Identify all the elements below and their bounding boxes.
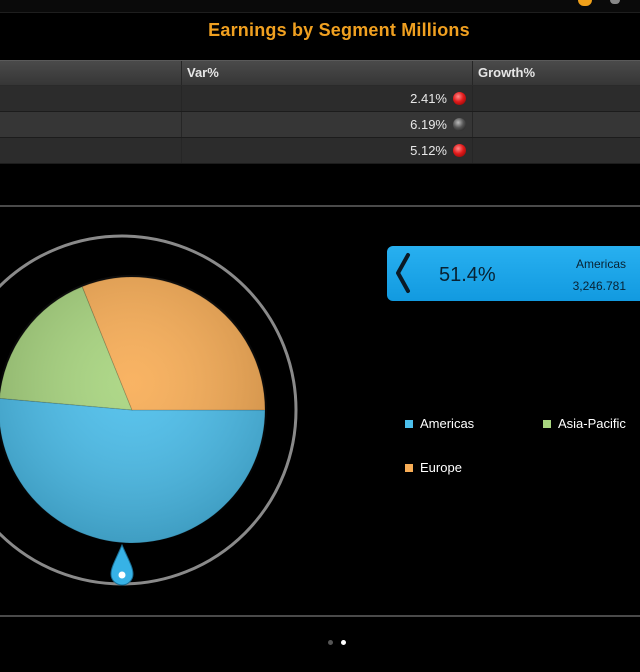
legend-swatch: [405, 463, 413, 472]
status-red-dot-icon: [453, 92, 466, 105]
page-dot-2[interactable]: [341, 640, 346, 645]
table-row[interactable]: 5.12%: [0, 138, 640, 164]
legend-label: Americas: [420, 416, 475, 431]
row-label: [0, 112, 182, 137]
var-value: 6.19%: [410, 117, 447, 132]
table-header: Var% Growth%: [0, 60, 640, 86]
growth-cell: [473, 112, 640, 137]
callout-value: 3,246.781: [572, 279, 626, 293]
status-indicator-icon: [578, 0, 592, 6]
callout-segment: Americas: [575, 257, 626, 271]
var-value: 2.41%: [410, 91, 447, 106]
var-cell: 2.41%: [182, 86, 473, 111]
status-bar: [0, 0, 640, 13]
pie-shading: [0, 275, 267, 545]
status-gray-dot-icon: [453, 118, 466, 131]
column-header-segment[interactable]: [0, 61, 182, 85]
row-label: [0, 138, 182, 163]
growth-cell: [473, 138, 640, 163]
section-divider: [0, 615, 640, 617]
legend-item-europe[interactable]: Europe: [405, 460, 462, 475]
page-indicator[interactable]: [328, 640, 346, 645]
status-red-dot-icon: [453, 144, 466, 157]
legend-label: Europe: [420, 460, 462, 475]
var-cell: 5.12%: [182, 138, 473, 163]
selection-callout[interactable]: 51.4% Americas 3,246.781: [387, 246, 640, 301]
table-row[interactable]: 6.19%: [0, 112, 640, 138]
page-title: Earnings by Segment Millions: [208, 20, 470, 40]
segment-table: Var% Growth% 2.41% 6.19% 5.12%: [0, 60, 640, 164]
page-dot-1[interactable]: [328, 640, 333, 645]
rotation-knob-icon[interactable]: [110, 543, 134, 586]
table-row[interactable]: 2.41%: [0, 86, 640, 112]
growth-cell: [473, 86, 640, 111]
legend-item-asia-pacific[interactable]: Asia-Pacific: [543, 416, 626, 431]
column-header-var[interactable]: Var%: [182, 61, 473, 85]
row-label: [0, 86, 182, 111]
legend-swatch: [543, 419, 551, 428]
legend-item-americas[interactable]: Americas: [405, 416, 474, 431]
legend-label: Asia-Pacific: [558, 416, 626, 431]
chevron-left-icon: [396, 253, 410, 293]
var-value: 5.12%: [410, 143, 447, 158]
legend-swatch: [405, 419, 413, 428]
var-cell: 6.19%: [182, 112, 473, 137]
callout-percent: 51.4%: [439, 264, 496, 286]
status-indicator-icon: [610, 0, 620, 4]
column-header-growth[interactable]: Growth%: [473, 61, 640, 85]
